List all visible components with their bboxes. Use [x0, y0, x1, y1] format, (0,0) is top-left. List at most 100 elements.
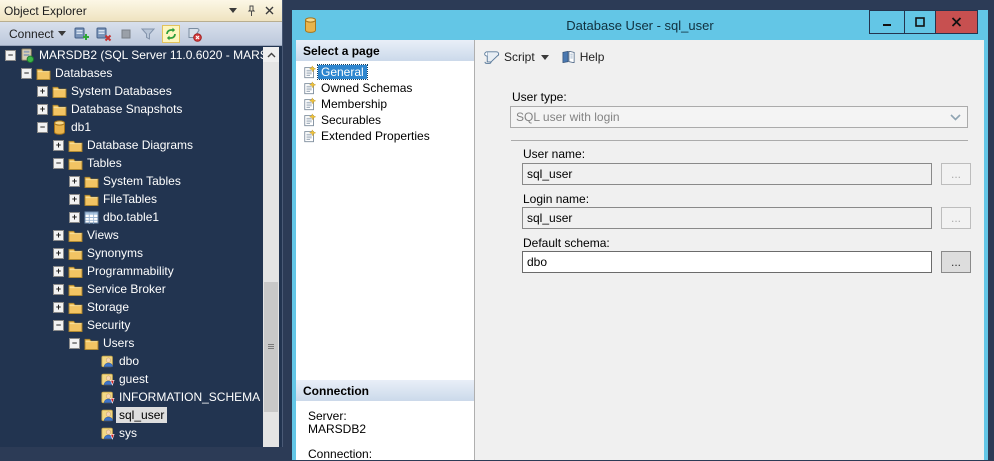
- pin-icon[interactable]: [242, 3, 260, 19]
- tree-item-label: System Tables: [100, 173, 184, 189]
- script-label: Script: [504, 50, 535, 64]
- tree-item-label: Database Snapshots: [68, 101, 185, 117]
- collapse-icon[interactable]: −: [53, 158, 64, 169]
- default-schema-browse-button[interactable]: ...: [941, 251, 971, 273]
- page-item-securables[interactable]: Securables: [296, 112, 474, 128]
- expand-icon[interactable]: +: [53, 140, 64, 151]
- tree-item-filetables[interactable]: +FileTables: [0, 190, 282, 208]
- tree-item-programmability[interactable]: +Programmability: [0, 262, 282, 280]
- folder-icon: [83, 193, 100, 206]
- tree-item-db1[interactable]: −db1: [0, 118, 282, 136]
- page-item-owned-schemas[interactable]: Owned Schemas: [296, 80, 474, 96]
- expand-icon[interactable]: +: [37, 104, 48, 115]
- login-name-label: Login name:: [523, 192, 589, 206]
- page-item-membership[interactable]: Membership: [296, 96, 474, 112]
- user-type-value: SQL user with login: [516, 110, 620, 124]
- expand-icon[interactable]: +: [53, 284, 64, 295]
- expand-icon[interactable]: +: [53, 248, 64, 259]
- select-a-page-header: Select a page: [296, 40, 474, 61]
- login-name-browse-button: ...: [941, 207, 971, 229]
- object-explorer-titlebar[interactable]: Object Explorer: [0, 0, 282, 22]
- collapse-icon[interactable]: −: [53, 320, 64, 331]
- user-type-combobox: SQL user with login: [510, 106, 968, 128]
- tree-item-database-snapshots[interactable]: + Database Snapshots: [0, 100, 282, 118]
- default-schema-input[interactable]: dbo: [522, 251, 932, 273]
- connect-button[interactable]: Connect: [5, 24, 70, 44]
- tree-item-synonyms[interactable]: + Synonyms: [0, 244, 282, 262]
- tree-item-label: Synonyms: [84, 245, 146, 261]
- expand-icon[interactable]: +: [53, 230, 64, 241]
- tree-item-system-databases[interactable]: +System Databases: [0, 82, 282, 100]
- collapse-icon[interactable]: −: [37, 122, 48, 133]
- user-disabled-icon: [99, 390, 116, 404]
- folder-icon: [67, 139, 84, 152]
- collapse-icon[interactable]: −: [5, 50, 16, 61]
- expand-icon[interactable]: +: [53, 266, 64, 277]
- help-button[interactable]: Help: [561, 50, 605, 64]
- collapse-icon[interactable]: −: [69, 338, 80, 349]
- login-name-input: sql_user: [522, 207, 932, 229]
- script-error-icon[interactable]: [184, 24, 204, 44]
- script-button[interactable]: Script: [483, 50, 535, 64]
- tree-item-system-tables[interactable]: + System Tables: [0, 172, 282, 190]
- folder-icon: [83, 337, 100, 350]
- tree-item-dbo[interactable]: dbo: [0, 352, 282, 370]
- tree-item-label: guest: [116, 371, 151, 387]
- page-icon: [301, 97, 318, 111]
- object-explorer-toolbar: Connect: [0, 22, 282, 46]
- collapse-icon[interactable]: −: [21, 68, 32, 79]
- tree-item-tables[interactable]: −Tables: [0, 154, 282, 172]
- tree-item-views[interactable]: +Views: [0, 226, 282, 244]
- tree-item-label: Database Diagrams: [84, 137, 196, 153]
- expand-icon[interactable]: +: [37, 86, 48, 97]
- close-icon[interactable]: [260, 3, 278, 19]
- refresh-icon[interactable]: [160, 24, 182, 44]
- tree-item-database-diagrams[interactable]: + Database Diagrams: [0, 136, 282, 154]
- user-disabled-icon: [99, 426, 116, 440]
- user-disabled-icon: [99, 372, 116, 386]
- folder-icon: [67, 301, 84, 314]
- help-label: Help: [580, 50, 605, 64]
- tree-scrollbar[interactable]: [263, 47, 279, 447]
- tree-item-label: sql_user: [116, 407, 167, 423]
- filter-icon[interactable]: [138, 24, 158, 44]
- tree-item-users[interactable]: −Users: [0, 334, 282, 352]
- folder-icon: [67, 157, 84, 170]
- expand-icon[interactable]: +: [69, 176, 80, 187]
- user-type-label: User type:: [512, 90, 567, 104]
- close-button[interactable]: [936, 10, 978, 34]
- minimize-button[interactable]: [869, 10, 905, 34]
- tree-item-service-broker[interactable]: +Service Broker: [0, 280, 282, 298]
- tree-item-databases[interactable]: −Databases: [0, 64, 282, 82]
- expand-icon[interactable]: +: [69, 194, 80, 205]
- pages-list: GeneralOwned SchemasMembershipSecurables…: [296, 61, 474, 144]
- tree-item-label: sys: [116, 425, 140, 441]
- script-dropdown-button[interactable]: [541, 55, 549, 60]
- expand-icon[interactable]: +: [53, 302, 64, 313]
- connect-label: Connect: [9, 27, 54, 41]
- tree-item-security[interactable]: −Security: [0, 316, 282, 334]
- disconnect-server-icon[interactable]: [94, 24, 114, 44]
- scrollbar-thumb[interactable]: [264, 282, 278, 412]
- folder-icon: [67, 265, 84, 278]
- dialog-titlebar[interactable]: Database User - sql_user: [296, 10, 984, 40]
- scroll-up-icon[interactable]: [263, 47, 279, 62]
- page-icon: [301, 81, 318, 95]
- maximize-button[interactable]: [905, 10, 936, 34]
- tree-item-storage[interactable]: +Storage: [0, 298, 282, 316]
- folder-icon: [67, 229, 84, 242]
- tree-item-marsdb2-sql-server-11-0-6020-marsd[interactable]: −MARSDB2 (SQL Server 11.0.6020 - MARSD: [0, 46, 282, 64]
- window-position-menu-icon[interactable]: [224, 3, 242, 19]
- connect-server-icon[interactable]: [72, 24, 92, 44]
- user-name-input: sql_user: [522, 163, 932, 185]
- tree-item-sql-user[interactable]: sql_user: [0, 406, 282, 424]
- expand-icon[interactable]: +: [69, 212, 80, 223]
- page-item-general[interactable]: General: [296, 64, 474, 80]
- tree-item-dbo-table1[interactable]: +dbo.table1: [0, 208, 282, 226]
- tree-item-information-schema[interactable]: INFORMATION_SCHEMA: [0, 388, 282, 406]
- tree-item-guest[interactable]: guest: [0, 370, 282, 388]
- tree-item-sys[interactable]: sys: [0, 424, 282, 442]
- page-item-extended-properties[interactable]: Extended Properties: [296, 128, 474, 144]
- folder-icon: [35, 67, 52, 80]
- folder-icon: [51, 103, 68, 116]
